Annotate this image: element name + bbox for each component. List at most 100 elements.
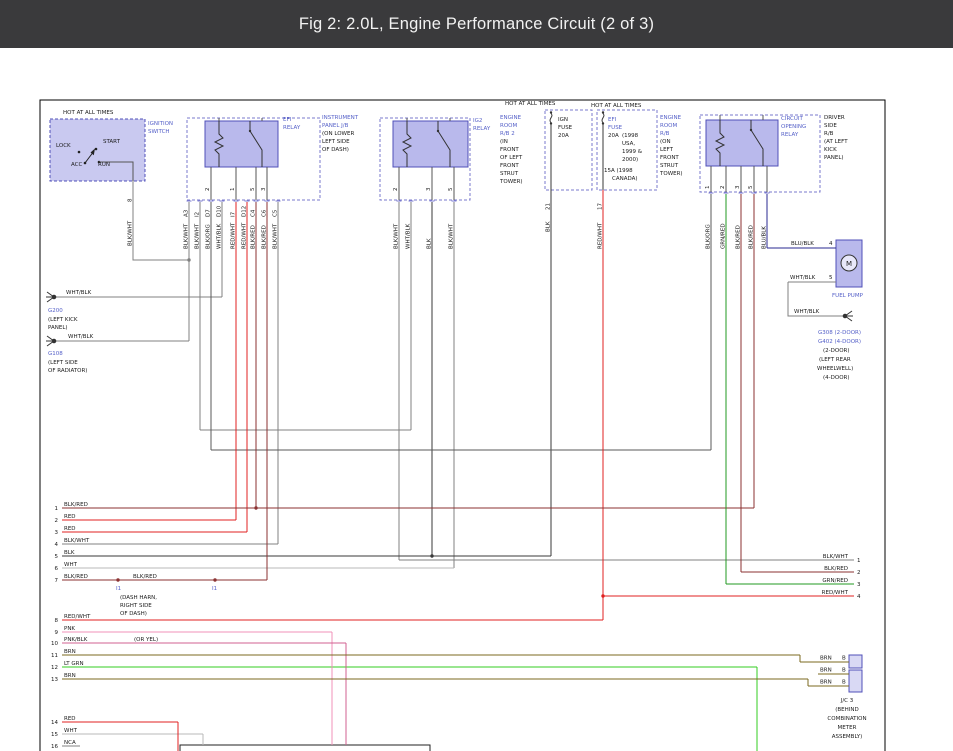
wire-label: GRN/RED	[822, 578, 848, 584]
wire-label: WHT	[64, 728, 78, 734]
wire-number: 3	[857, 582, 861, 588]
jc3-label: J/C 3	[840, 698, 854, 704]
co-relay-title3: RELAY	[781, 132, 799, 138]
wire-label: BRN	[820, 668, 832, 674]
ign-fuse-symbol	[550, 114, 552, 123]
efi-fuse-note2: 15A (1998	[604, 168, 633, 174]
efi-pin: 3	[261, 187, 267, 191]
connector-label: A3	[184, 209, 190, 217]
g108-label: G108	[48, 351, 63, 357]
wire-note: (OR YEL)	[134, 637, 158, 643]
engine-room-rb-text: R/B	[660, 131, 670, 137]
i1-loc: RIGHT SIDE	[120, 603, 152, 609]
wire-label: BLK	[546, 221, 552, 232]
efi-pin: 1	[230, 188, 236, 192]
wire-label: BLK/WHT	[195, 223, 201, 249]
wire-label: RED/WHT	[64, 614, 91, 620]
wire-label: WHT/BLK	[406, 223, 412, 249]
engine-room-rb-loc: (ON	[660, 139, 671, 145]
motor-symbol-label: M	[846, 260, 852, 268]
connector-label: C4	[251, 209, 257, 217]
ignition-pin: 8	[128, 198, 134, 202]
efi-relay-box	[205, 121, 278, 167]
instrument-panel-text: PANEL J/B	[322, 123, 349, 129]
wire-label: BLK	[427, 238, 433, 249]
ignition-wire-label: BLK/WHT	[128, 220, 134, 246]
connector-label: C5	[273, 209, 279, 217]
wire-label: BLK/RED	[64, 574, 88, 580]
wire-label: BLK/ORG	[706, 224, 712, 249]
hot-label-3: HOT AT ALL TIMES	[591, 103, 642, 109]
wire-label: BRN	[820, 680, 832, 686]
ig2-pin: 2	[393, 188, 399, 192]
engine-room-rb2-text: ROOM	[500, 123, 517, 129]
wire-label: BLK/WHT	[273, 223, 279, 249]
co-relay-title2: OPENING	[781, 124, 806, 130]
efi-pin: 2	[205, 188, 211, 192]
circuit-opening-relay-box	[706, 120, 778, 166]
driver-side-rb-text: R/B	[824, 131, 834, 137]
figure-title: Fig 2: 2.0L, Engine Performance Circuit …	[299, 15, 654, 34]
wire-label: BLK/RED	[736, 225, 742, 249]
g108-wire-label: WHT/BLK	[68, 334, 94, 340]
ignition-switch-title2: SWITCH	[148, 129, 170, 135]
junction-dots	[116, 258, 604, 597]
ign-fuse-box	[545, 110, 592, 190]
wire-label: WHT/BLK	[217, 223, 223, 249]
brn-wire-rows: BRN B BRN B BRN B	[820, 656, 846, 686]
g200-loc: (LEFT KICK	[48, 317, 78, 323]
instr-panel-loc: (ON LOWER	[322, 131, 354, 137]
i1-loc: (DASH HARN,	[120, 595, 157, 601]
g308-label: G308 (2-DOOR)	[818, 330, 861, 336]
pump-ground-wire-label: WHT/BLK	[794, 309, 820, 315]
engine-room-rb-text: ROOM	[660, 123, 677, 129]
wire-label: BLK/WHT	[394, 223, 400, 249]
fuel-pump-label: FUEL PUMP	[832, 293, 864, 299]
efi-relay-title2: RELAY	[283, 125, 301, 131]
wire-label: GRN/RED	[721, 223, 727, 249]
engine-room-rb2-loc: FRONT	[500, 147, 519, 153]
co-pin: 2	[720, 186, 726, 190]
engine-room-rb-loc: LEFT	[660, 147, 674, 153]
efi-fuse-symbol	[602, 114, 604, 123]
diagram-border	[40, 100, 885, 751]
title-bar: Fig 2: 2.0L, Engine Performance Circuit …	[0, 0, 953, 48]
driver-side-rb-loc: KICK	[824, 147, 837, 153]
co-pin: 3	[735, 185, 741, 189]
pump-pin5: 5	[829, 275, 833, 281]
ig2-relay-title2: RELAY	[473, 126, 491, 132]
engine-room-rb2-text: R/B 2	[500, 131, 515, 137]
pump-pin4: 4	[829, 241, 833, 247]
g108-loc: (LEFT SIDE	[48, 360, 78, 366]
wire-label: BLK/WHT	[64, 538, 90, 544]
instrument-panel-text: INSTRUMENT	[322, 115, 359, 121]
wire-number: 4	[55, 542, 59, 548]
g402-label: G402 (4-DOOR)	[818, 339, 861, 345]
wire-number: 14	[51, 720, 58, 726]
wire-label: BLK/RED	[824, 566, 848, 572]
co-relay-title: CIRCUIT	[781, 116, 803, 122]
wire-pin: B	[842, 656, 846, 662]
jc3-loc: (BEHIND	[835, 707, 859, 713]
wires-blk-red	[62, 194, 854, 580]
wires-blk-org	[211, 194, 711, 450]
efi-fuse-name: EFI	[608, 117, 617, 123]
jc3-loc: COMBINATION	[827, 716, 866, 722]
ig2-pin: 5	[448, 187, 454, 191]
ignition-pos-acc: ACC	[71, 162, 83, 168]
connector-label: I2	[195, 212, 201, 217]
wire-label: WHT	[64, 562, 78, 568]
wires-pnk	[62, 632, 332, 745]
co-pin: 5	[748, 185, 754, 189]
wires-lt-grn	[62, 667, 757, 751]
connector-label: C6	[262, 209, 268, 217]
wire-label: BLK/RED	[749, 225, 755, 249]
wire-label: BLK/WHT	[184, 223, 190, 249]
driver-side-rb-loc: (AT LEFT	[824, 139, 848, 145]
g200-wire-label: WHT/BLK	[66, 290, 92, 296]
wire-label: RED/WHT	[242, 222, 248, 249]
wiring-diagram: HOT AT ALL TIMES HOT AT ALL TIMES HOT AT…	[0, 0, 953, 751]
ign-fuse-amps: 20A	[558, 133, 569, 139]
ign-fuse-name: IGN	[558, 117, 568, 123]
g308-loc: (4-DOOR)	[823, 375, 850, 381]
